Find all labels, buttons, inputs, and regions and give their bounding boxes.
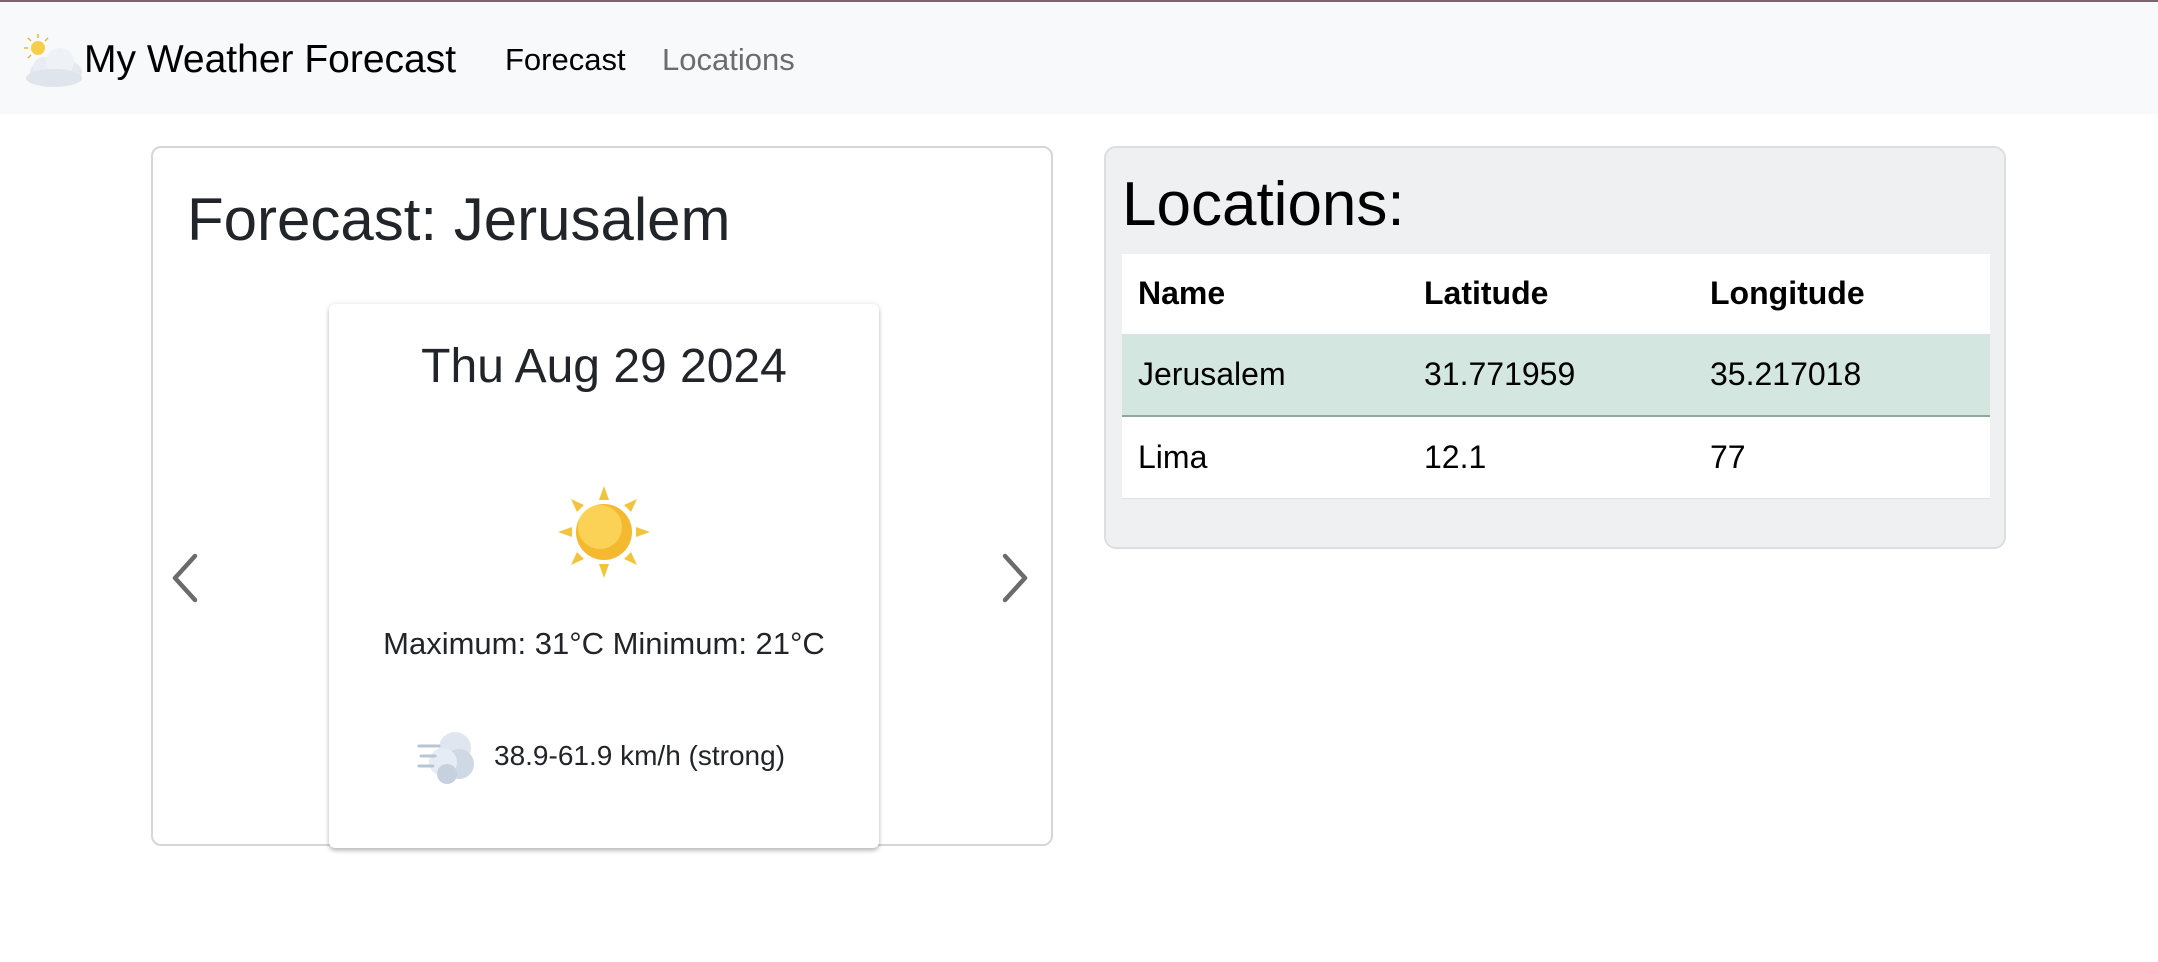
table-row[interactable]: Lima 12.1 77 <box>1122 416 1990 499</box>
brand-title[interactable]: My Weather Forecast <box>84 36 456 84</box>
column-header-longitude[interactable]: Longitude <box>1694 254 1990 335</box>
partly-cloudy-icon <box>24 34 82 87</box>
wind-speed: 38.9-61.9 km/h (strong) <box>494 740 786 771</box>
locations-table: Name Latitude Longitude Jerusalem 31.771… <box>1122 254 1990 499</box>
temperature-range: Maximum: 31°C Minimum: 21°C <box>383 626 825 661</box>
table-header-row: Name Latitude Longitude <box>1122 254 1990 335</box>
location-name: Jerusalem <box>1122 334 1408 417</box>
table-row[interactable]: Jerusalem 31.771959 35.217018 <box>1122 334 1990 417</box>
forecast-day-card: Thu Aug 29 2024 Maximum: 31°C Minimum: 2… <box>329 304 879 848</box>
forecast-panel: Forecast: Jerusalem Thu Aug 29 2024 Maxi… <box>151 146 1053 848</box>
carousel-next-button[interactable] <box>999 552 1031 604</box>
forecast-date: Thu Aug 29 2024 <box>421 340 787 393</box>
carousel-prev-button[interactable] <box>169 552 201 604</box>
column-header-latitude[interactable]: Latitude <box>1408 254 1694 335</box>
column-header-name[interactable]: Name <box>1122 254 1408 335</box>
forecast-title: Forecast: Jerusalem <box>187 186 731 253</box>
locations-panel: Locations: Name Latitude Longitude Jerus… <box>1104 146 2006 549</box>
sun-icon <box>558 486 650 578</box>
location-latitude: 12.1 <box>1408 416 1694 499</box>
wind-icon <box>417 732 474 784</box>
location-name: Lima <box>1122 416 1408 499</box>
chevron-right-icon <box>1002 553 1028 603</box>
location-longitude: 35.217018 <box>1694 334 1990 417</box>
location-longitude: 77 <box>1694 416 1990 499</box>
navbar: My Weather Forecast Forecast Locations <box>0 2 2158 114</box>
location-latitude: 31.771959 <box>1408 334 1694 417</box>
nav-locations[interactable]: Locations <box>662 38 795 82</box>
chevron-left-icon <box>172 553 198 603</box>
locations-title: Locations: <box>1122 170 1405 239</box>
nav-forecast[interactable]: Forecast <box>505 38 626 82</box>
